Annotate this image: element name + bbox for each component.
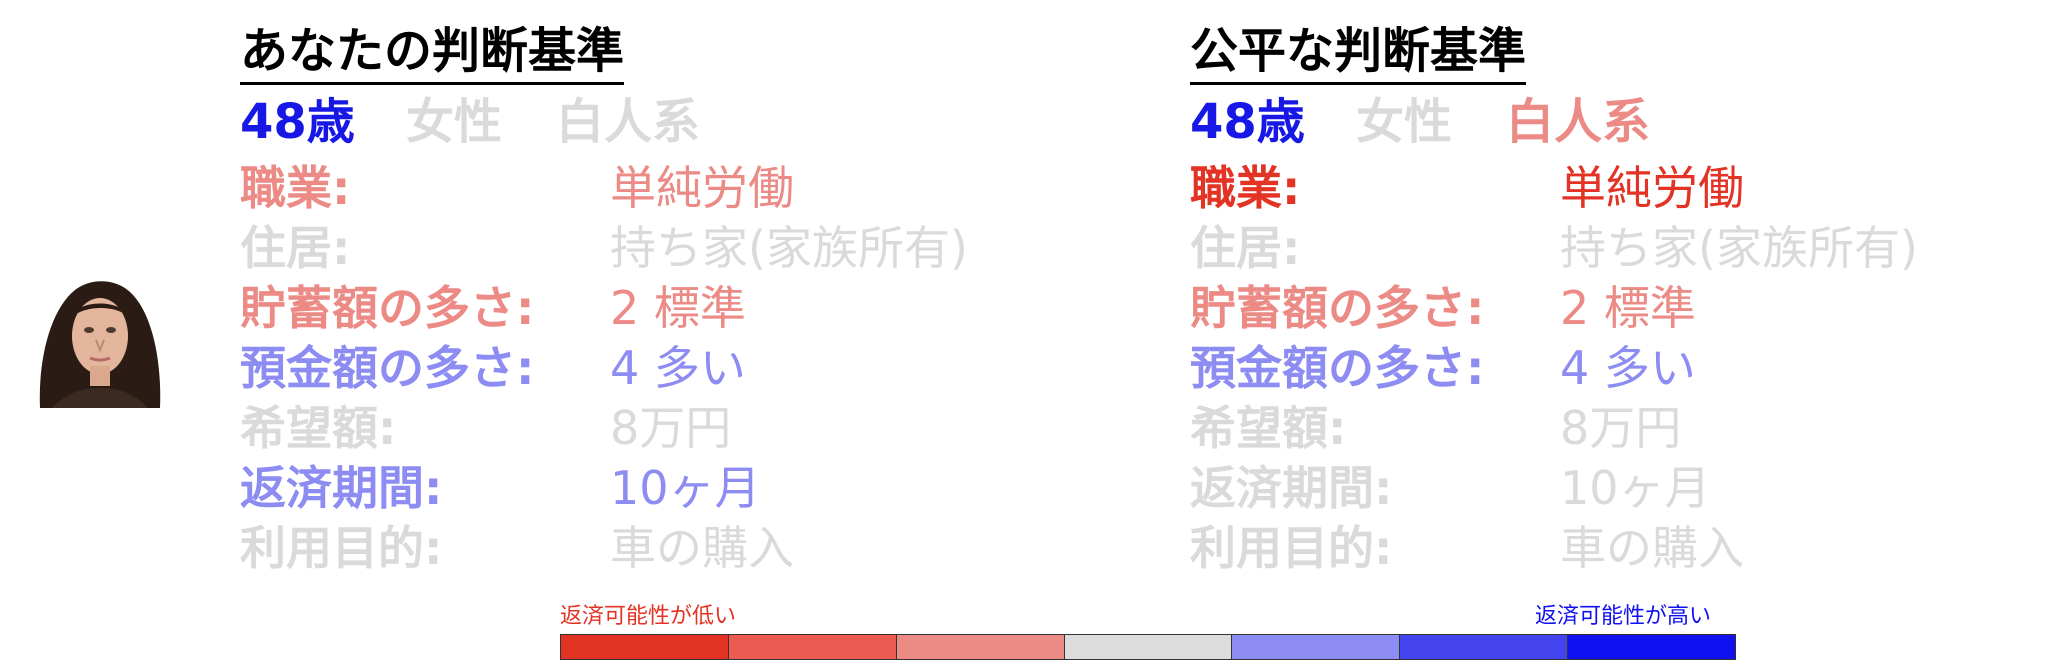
left-label-term: 返済期間:: [240, 461, 443, 515]
right-gender: 女性: [1356, 94, 1453, 150]
legend-color-scale: [560, 634, 1736, 660]
right-label-housing: 住居:: [1190, 221, 1301, 275]
left-label-amount: 希望額:: [240, 401, 397, 455]
left-label-savings: 貯蓄額の多さ:: [240, 281, 535, 335]
right-value-occupation: 単純労働: [1560, 161, 1744, 215]
left-value-amount: 8万円: [610, 401, 732, 455]
right-label-purpose: 利用目的:: [1190, 521, 1393, 575]
left-value-housing: 持ち家(家族所有): [610, 221, 968, 275]
left-value-occupation: 単純労働: [610, 161, 794, 215]
left-label-occupation: 職業:: [240, 161, 351, 215]
left-value-purpose: 車の購入: [610, 521, 794, 575]
left-label-purpose: 利用目的:: [240, 521, 443, 575]
right-value-amount: 8万円: [1560, 401, 1682, 455]
right-value-purpose: 車の購入: [1560, 521, 1744, 575]
legend-segment: [896, 635, 1065, 659]
left-value-savings: 2 標準: [610, 281, 746, 335]
right-age: 48歳: [1190, 94, 1305, 150]
right-label-deposit: 預金額の多さ:: [1190, 341, 1485, 395]
right-label-term: 返済期間:: [1190, 461, 1393, 515]
left-race: 白人系: [556, 94, 701, 150]
left-value-term: 10ヶ月: [610, 461, 761, 515]
right-value-housing: 持ち家(家族所有): [1560, 221, 1918, 275]
legend-high-label: 返済可能性が高い: [1535, 604, 1712, 629]
right-value-savings: 2 標準: [1560, 281, 1696, 335]
legend-segment: [728, 635, 897, 659]
left-label-deposit: 預金額の多さ:: [240, 341, 535, 395]
right-label-occupation: 職業:: [1190, 161, 1301, 215]
right-value-deposit: 4 多い: [1560, 341, 1696, 395]
right-value-term: 10ヶ月: [1560, 461, 1711, 515]
left-gender: 女性: [406, 94, 503, 150]
left-value-deposit: 4 多い: [610, 341, 746, 395]
legend-segment: [561, 635, 729, 659]
right-race: 白人系: [1506, 94, 1651, 150]
left-label-housing: 住居:: [240, 221, 351, 275]
legend-segment: [1400, 635, 1569, 659]
right-label-amount: 希望額:: [1190, 401, 1347, 455]
legend-low-label: 返済可能性が低い: [560, 604, 737, 629]
portrait-photo: [30, 270, 170, 408]
right-label-savings: 貯蓄額の多さ:: [1190, 281, 1485, 335]
left-age: 48歳: [240, 94, 355, 150]
legend-segment: [1568, 635, 1736, 659]
legend-segment: [1232, 635, 1401, 659]
legend-segment: [1064, 635, 1233, 659]
right-panel-title: 公平な判断基準: [1190, 20, 1527, 85]
left-panel-title: あなたの判断基準: [240, 20, 625, 85]
